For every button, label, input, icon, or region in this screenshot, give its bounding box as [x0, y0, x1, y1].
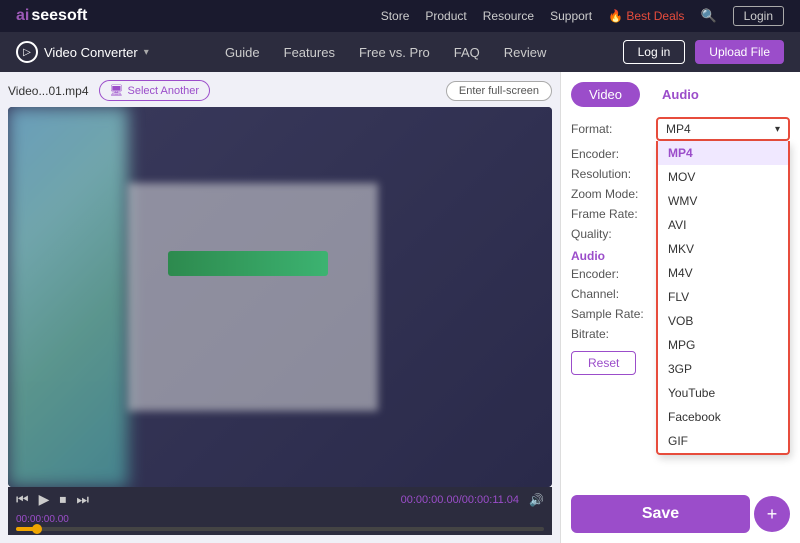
faq-link[interactable]: FAQ: [454, 45, 480, 60]
video-controls-bar: ⏮ ▶ ⏹ ⏭ 00:00:00.00/00:00:11.04 🔊: [8, 487, 552, 512]
video-green-bar: [168, 251, 328, 276]
select-another-button[interactable]: 🖥 Select Another: [99, 80, 211, 101]
sample-rate-label: Sample Rate:: [571, 307, 656, 321]
format-tabs: Video Audio: [571, 82, 790, 107]
right-panel: Video Audio Format: MP4 ▾ MP4 MOV WMV AV…: [560, 72, 800, 543]
format-option-mp4[interactable]: MP4: [658, 141, 788, 165]
format-option-gif[interactable]: GIF: [658, 429, 788, 453]
search-icon[interactable]: 🔍: [700, 8, 716, 24]
format-dropdown-list: MP4 MOV WMV AVI MKV M4V FLV VOB MPG 3GP …: [656, 141, 790, 455]
format-option-wmv[interactable]: WMV: [658, 189, 788, 213]
save-plus-button[interactable]: +: [754, 496, 790, 532]
dropdown-arrow-icon: ▾: [775, 124, 780, 135]
review-link[interactable]: Review: [504, 45, 547, 60]
video-blur-left: [8, 107, 128, 487]
zoom-mode-label: Zoom Mode:: [571, 187, 656, 201]
frame-rate-label: Frame Rate:: [571, 207, 656, 221]
top-nav-links: Store Product Resource Support 🔥 Best De…: [381, 6, 784, 26]
logo-text: seesoft: [31, 7, 87, 25]
channel-label: Channel:: [571, 287, 656, 301]
logo-ai: ai: [16, 7, 29, 25]
left-panel: Video...01.mp4 🖥 Select Another Enter fu…: [0, 72, 560, 543]
save-area: Save +: [571, 495, 790, 533]
resource-link[interactable]: Resource: [483, 9, 534, 23]
tab-video[interactable]: Video: [571, 82, 640, 107]
format-option-flv[interactable]: FLV: [658, 285, 788, 309]
audio-encoder-label: Encoder:: [571, 267, 656, 281]
fullscreen-button[interactable]: Enter full-screen: [446, 81, 552, 101]
format-option-vob[interactable]: VOB: [658, 309, 788, 333]
save-button[interactable]: Save: [571, 495, 750, 533]
reset-button[interactable]: Reset: [571, 351, 636, 375]
guide-link[interactable]: Guide: [225, 45, 260, 60]
skip-back-button[interactable]: ⏮: [16, 491, 29, 508]
monitor-icon: 🖥: [110, 84, 124, 97]
upload-file-button[interactable]: Upload File: [695, 40, 784, 64]
quality-label: Quality:: [571, 227, 656, 241]
format-label: Format:: [571, 122, 656, 136]
format-option-mov[interactable]: MOV: [658, 165, 788, 189]
progress-bar-area: 00:00:00.00: [8, 512, 552, 535]
progress-thumb[interactable]: [32, 524, 42, 534]
second-nav-buttons: Log in Upload File: [623, 40, 784, 64]
second-navbar: ▷ Video Converter ▾ Guide Features Free …: [0, 32, 800, 72]
format-option-facebook[interactable]: Facebook: [658, 405, 788, 429]
features-link[interactable]: Features: [284, 45, 335, 60]
app-icon: ▷: [16, 41, 38, 63]
time-label: 00:00:00.00: [16, 514, 544, 525]
support-link[interactable]: Support: [550, 9, 592, 23]
format-option-avi[interactable]: AVI: [658, 213, 788, 237]
main-area: Video...01.mp4 🖥 Select Another Enter fu…: [0, 72, 800, 543]
format-row: Format: MP4 ▾ MP4 MOV WMV AVI MKV M4V FL…: [571, 117, 790, 141]
file-name: Video...01.mp4: [8, 84, 89, 98]
best-deals-link[interactable]: 🔥 Best Deals: [608, 9, 684, 23]
progress-track[interactable]: [16, 527, 544, 531]
store-link[interactable]: Store: [381, 9, 410, 23]
format-dropdown-trigger[interactable]: MP4 ▾: [656, 117, 790, 141]
free-vs-pro-link[interactable]: Free vs. Pro: [359, 45, 430, 60]
format-option-m4v[interactable]: M4V: [658, 261, 788, 285]
login-button-2[interactable]: Log in: [623, 40, 686, 64]
play-button[interactable]: ▶: [39, 491, 50, 508]
login-button[interactable]: Login: [733, 6, 784, 26]
second-nav-links: Guide Features Free vs. Pro FAQ Review: [179, 45, 593, 60]
app-title-text: Video Converter: [44, 45, 138, 60]
format-selected-value: MP4: [666, 122, 691, 136]
stop-button[interactable]: ⏹: [59, 491, 66, 508]
format-option-mkv[interactable]: MKV: [658, 237, 788, 261]
dropdown-arrow-icon[interactable]: ▾: [144, 47, 149, 58]
format-dropdown-container: MP4 ▾ MP4 MOV WMV AVI MKV M4V FLV VOB MP…: [656, 117, 790, 141]
bitrate-label: Bitrate:: [571, 327, 656, 341]
format-option-youtube[interactable]: YouTube: [658, 381, 788, 405]
logo: ai seesoft: [16, 7, 87, 25]
tab-audio[interactable]: Audio: [644, 82, 717, 107]
format-option-mpg[interactable]: MPG: [658, 333, 788, 357]
file-bar: Video...01.mp4 🖥 Select Another Enter fu…: [8, 80, 552, 101]
format-option-3gp[interactable]: 3GP: [658, 357, 788, 381]
video-preview: [8, 107, 552, 487]
volume-icon[interactable]: 🔊: [529, 493, 544, 507]
top-navbar: ai seesoft Store Product Resource Suppor…: [0, 0, 800, 32]
encoder-label: Encoder:: [571, 147, 656, 161]
resolution-label: Resolution:: [571, 167, 656, 181]
app-title: ▷ Video Converter ▾: [16, 41, 149, 63]
video-blur-center: [128, 183, 378, 411]
time-display: 00:00:00.00/00:00:11.04: [401, 494, 519, 506]
skip-forward-button[interactable]: ⏭: [76, 491, 89, 508]
product-link[interactable]: Product: [425, 9, 466, 23]
